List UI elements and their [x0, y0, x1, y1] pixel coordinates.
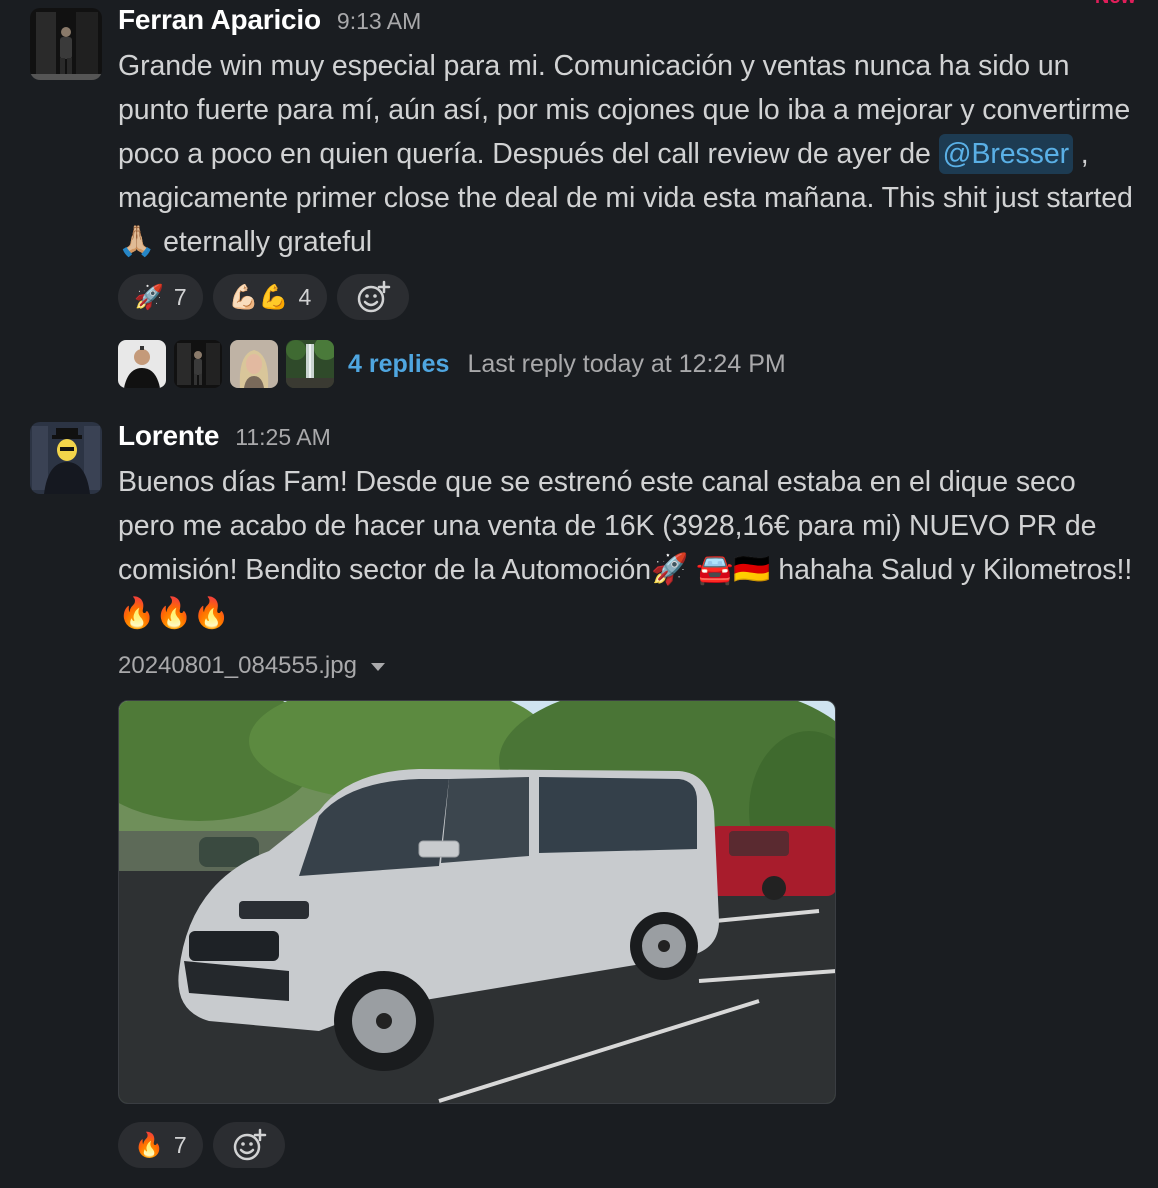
timestamp[interactable]: 11:25 AM — [235, 424, 330, 451]
avatar — [286, 340, 334, 388]
avatar — [230, 340, 278, 388]
rocket-icon: 🚀 — [650, 552, 689, 587]
add-reaction-button[interactable] — [337, 274, 410, 320]
reaction-pill[interactable]: 🔥 7 — [118, 1122, 203, 1168]
car-germany-flag-icon: 🚘🇩🇪 — [696, 552, 771, 587]
chevron-down-icon[interactable] — [370, 663, 385, 671]
flexed-biceps-icon: 💪🏻💪 — [228, 283, 289, 311]
thread-summary[interactable]: 4 replies Last reply today at 12:24 PM — [118, 340, 1138, 388]
van-photo — [119, 701, 835, 1103]
timestamp[interactable]: 9:13 AM — [337, 8, 421, 35]
avatar — [118, 340, 166, 388]
username[interactable]: Ferran Aparicio — [118, 4, 321, 36]
user-mention[interactable]: @Bresser — [938, 134, 1073, 174]
avatar[interactable] — [30, 422, 102, 494]
file-name[interactable]: 20240801_084555.jpg — [118, 652, 357, 680]
image-attachment[interactable] — [118, 700, 836, 1104]
fire-icon: 🔥🔥🔥 — [118, 596, 230, 631]
folded-hands-icon: 🙏🏼 — [118, 224, 156, 259]
reaction-pill[interactable]: 💪🏻💪 4 — [212, 274, 328, 320]
message-text: Grande win muy especial para mi. Comunic… — [118, 44, 1138, 264]
fire-icon: 🔥 — [134, 1131, 164, 1159]
file-header[interactable]: 20240801_084555.jpg — [118, 648, 1138, 684]
add-emoji-icon — [233, 1128, 266, 1161]
message-text-part: hahaha Salud y Kilometros!! — [778, 554, 1133, 586]
reactions-bar: 🚀 7 💪🏻💪 4 — [118, 274, 1138, 320]
reaction-count: 4 — [298, 283, 312, 310]
avatar[interactable] — [30, 8, 102, 80]
message-text: Buenos días Fam! Desde que se estrenó es… — [118, 460, 1138, 636]
last-reply-text: Last reply today at 12:24 PM — [467, 349, 786, 378]
reaction-count: 7 — [173, 283, 187, 310]
add-reaction-button[interactable] — [212, 1122, 285, 1168]
reaction-count: 7 — [173, 1131, 187, 1158]
add-emoji-icon — [358, 280, 391, 313]
rocket-icon: 🚀 — [134, 283, 164, 311]
reaction-pill[interactable]: 🚀 7 — [118, 274, 203, 320]
message-text-part: eternally grateful — [163, 226, 372, 258]
username[interactable]: Lorente — [118, 420, 219, 452]
avatar — [174, 340, 222, 388]
thread-replies-link[interactable]: 4 replies — [348, 350, 449, 379]
reactions-bar: 🔥 7 — [118, 1122, 1138, 1168]
